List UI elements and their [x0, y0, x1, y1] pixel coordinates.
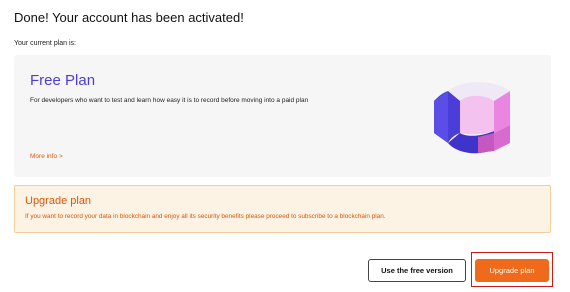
- current-plan-label: Your current plan is:: [14, 40, 76, 47]
- upgrade-plan-button[interactable]: Upgrade plan: [475, 259, 549, 282]
- plan-description: For developers who want to test and lear…: [30, 97, 309, 104]
- upgrade-plan-notice: Upgrade plan If you want to record your …: [14, 185, 551, 233]
- more-info-link[interactable]: More info >: [30, 153, 63, 160]
- current-plan-card: Free Plan For developers who want to tes…: [14, 55, 551, 177]
- page-title: Done! Your account has been activated!: [14, 10, 244, 25]
- use-free-version-button[interactable]: Use the free version: [368, 259, 466, 282]
- upgrade-description: If you want to record your data in block…: [25, 213, 386, 220]
- cube-ring-icon: [434, 82, 510, 154]
- upgrade-title: Upgrade plan: [25, 195, 92, 207]
- plan-name: Free Plan: [30, 72, 96, 89]
